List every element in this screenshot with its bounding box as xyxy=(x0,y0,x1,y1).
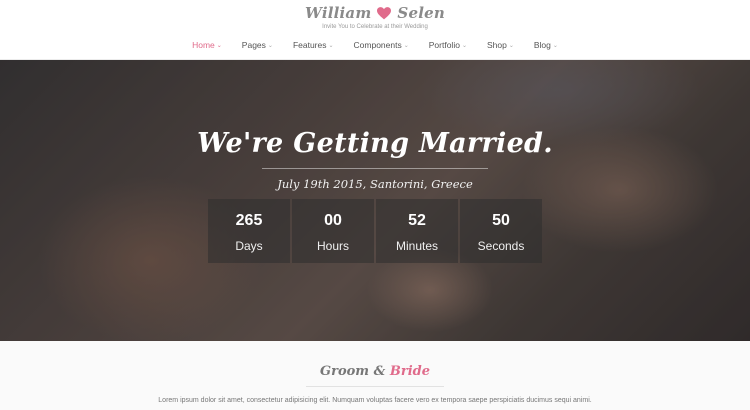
chevron-down-icon: ⌄ xyxy=(216,42,222,49)
countdown-seconds: 50 Seconds xyxy=(460,199,542,263)
logo-tagline: Invite You to Celebrate at their Wedding xyxy=(322,24,428,30)
nav-item-label: Home xyxy=(192,40,215,50)
nav-item-portfolio[interactable]: Portfolio ⌄ xyxy=(419,40,477,50)
chevron-down-icon: ⌄ xyxy=(508,42,514,49)
countdown-timer: 265 Days 00 Hours 52 Minutes 50 Seconds xyxy=(208,199,542,263)
nav-item-label: Blog xyxy=(533,40,551,50)
countdown-hours: 00 Hours xyxy=(292,199,374,263)
nav-item-home[interactable]: Home ⌄ xyxy=(182,40,232,50)
countdown-days: 265 Days xyxy=(208,199,290,263)
countdown-minutes: 52 Minutes xyxy=(376,199,458,263)
heart-icon xyxy=(377,6,392,19)
nav-item-blog[interactable]: Blog ⌄ xyxy=(524,40,568,50)
countdown-value: 50 xyxy=(492,212,510,229)
countdown-value: 52 xyxy=(408,212,426,229)
hero-divider xyxy=(262,168,488,169)
nav-item-components[interactable]: Components ⌄ xyxy=(344,40,419,50)
nav-item-label: Portfolio xyxy=(428,40,460,50)
nav-item-shop[interactable]: Shop ⌄ xyxy=(477,40,524,50)
chevron-down-icon: ⌄ xyxy=(403,42,409,49)
countdown-label: Days xyxy=(235,239,263,253)
chevron-down-icon: ⌄ xyxy=(461,42,467,49)
section-title-bride: Bride xyxy=(389,364,430,379)
nav-item-features[interactable]: Features ⌄ xyxy=(283,40,344,50)
countdown-value: 00 xyxy=(324,212,342,229)
main-nav: Home ⌄ Pages ⌄ Features ⌄ Components ⌄ Portf… xyxy=(0,40,750,50)
section-title-ampersand: & xyxy=(369,364,390,379)
section-divider xyxy=(306,386,444,387)
chevron-down-icon: ⌄ xyxy=(267,42,273,49)
section-title-groom: Groom xyxy=(320,364,370,379)
chevron-down-icon: ⌄ xyxy=(328,42,334,49)
countdown-value: 265 xyxy=(235,212,263,229)
groom-name: William xyxy=(305,4,372,22)
countdown-label: Seconds xyxy=(477,239,525,253)
groom-bride-section: Groom & Bride Lorem ipsum dolor sit amet… xyxy=(0,341,750,410)
hero-banner: We're Getting Married. July 19th 2015, S… xyxy=(0,60,750,341)
section-text: Lorem ipsum dolor sit amet, consectetur … xyxy=(158,397,592,404)
site-header: William Selen Invite You to Celebrate at… xyxy=(0,0,750,60)
countdown-label: Hours xyxy=(316,239,349,253)
countdown-label: Minutes xyxy=(395,239,439,253)
nav-item-label: Components xyxy=(353,40,402,50)
chevron-down-icon: ⌄ xyxy=(552,42,558,49)
nav-item-label: Shop xyxy=(486,40,507,50)
hero-title: We're Getting Married. xyxy=(197,128,553,159)
section-title: Groom & Bride xyxy=(0,364,750,379)
nav-item-label: Pages xyxy=(241,40,266,50)
bride-name: Selen xyxy=(397,4,445,22)
hero-subtitle: July 19th 2015, Santorini, Greece xyxy=(277,177,473,191)
site-logo[interactable]: William Selen Invite You to Celebrate at… xyxy=(0,4,750,30)
nav-item-pages[interactable]: Pages ⌄ xyxy=(232,40,283,50)
nav-item-label: Features xyxy=(292,40,327,50)
